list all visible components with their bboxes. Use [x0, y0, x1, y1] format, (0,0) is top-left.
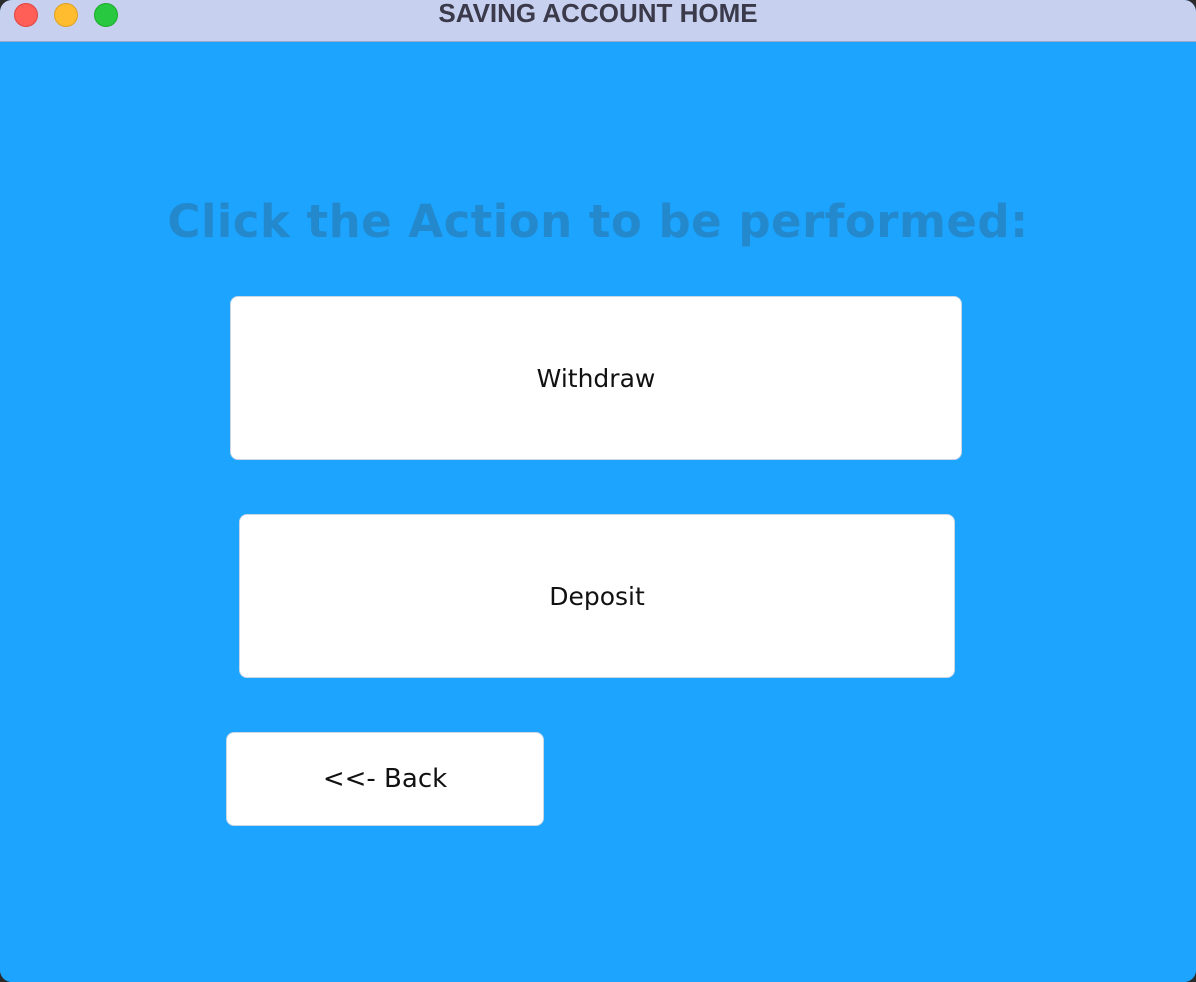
page-heading: Click the Action to be performed: — [167, 195, 1029, 248]
window-title: SAVING ACCOUNT HOME — [438, 0, 758, 28]
back-button-label: <<- Back — [322, 764, 448, 794]
title-bar: SAVING ACCOUNT HOME — [0, 0, 1196, 42]
app-window: SAVING ACCOUNT HOME Click the Action to … — [0, 0, 1196, 982]
withdraw-button-label: Withdraw — [536, 363, 656, 393]
withdraw-button[interactable]: Withdraw — [230, 296, 962, 460]
deposit-button-label: Deposit — [549, 581, 645, 611]
deposit-button[interactable]: Deposit — [239, 514, 955, 678]
main-content: Click the Action to be performed: Withdr… — [0, 42, 1196, 982]
back-button[interactable]: <<- Back — [226, 732, 544, 826]
